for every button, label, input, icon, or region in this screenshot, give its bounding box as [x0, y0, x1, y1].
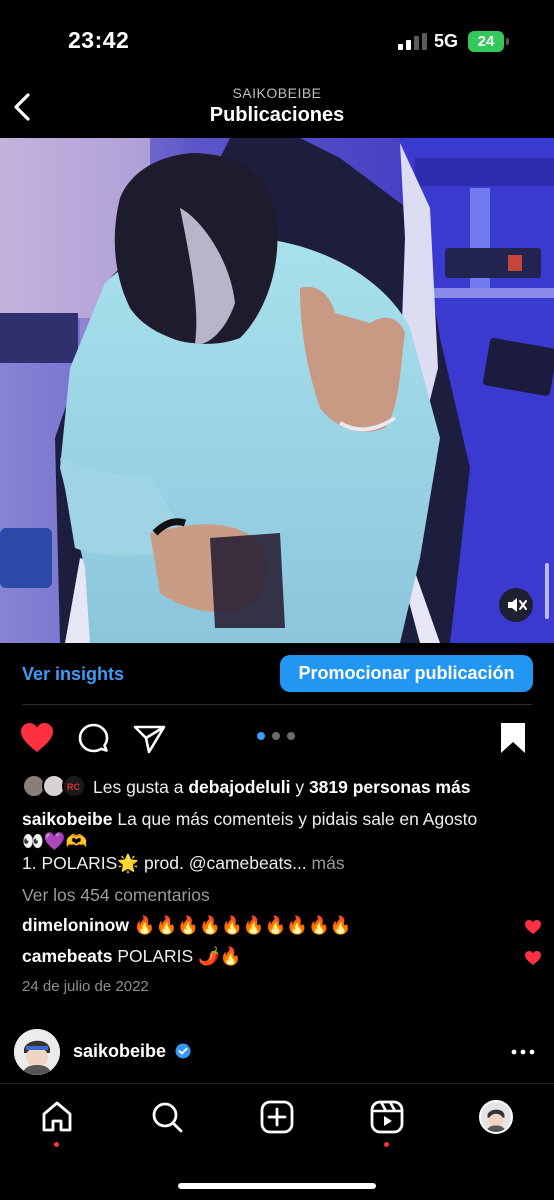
speech-bubble-icon[interactable]: [78, 723, 109, 754]
profile-avatar[interactable]: [479, 1100, 513, 1134]
battery-icon: 24: [468, 31, 510, 52]
promote-post-button[interactable]: Promocionar publicación: [280, 655, 533, 692]
carousel-dot: [287, 732, 295, 740]
likes-prefix: Les gusta a: [93, 777, 189, 797]
caption-emojis: 👀💜🫶: [22, 831, 88, 851]
home-notification-dot: [54, 1142, 59, 1147]
caption-username[interactable]: saikobeibe: [22, 809, 112, 829]
carousel-dots: [257, 732, 297, 742]
profile-avatar-illustration: [481, 1102, 511, 1132]
ellipsis-icon[interactable]: [511, 1048, 535, 1056]
view-insights-link[interactable]: Ver insights: [22, 664, 124, 685]
reels-icon[interactable]: [370, 1100, 404, 1134]
home-indicator: [178, 1183, 376, 1189]
post-caption: saikobeibe La que más comenteis y pidais…: [22, 808, 542, 875]
carousel-dot: [272, 732, 280, 740]
home-icon[interactable]: [40, 1100, 74, 1134]
divider: [22, 704, 532, 705]
avatar[interactable]: [14, 1029, 60, 1075]
caption-text: 1. POLARIS🌟 prod. @camebeats...: [22, 853, 307, 873]
caption-more-link[interactable]: más: [307, 853, 345, 873]
bookmark-filled-icon[interactable]: [500, 722, 526, 754]
likes-text: Les gusta a debajodeluli y 3819 personas…: [93, 777, 470, 798]
likes-others[interactable]: 3819 personas más: [309, 777, 471, 797]
video-frame: [0, 138, 554, 643]
battery-tip: [506, 38, 509, 45]
comment-text: 🔥🔥🔥🔥🔥🔥🔥🔥🔥🔥: [128, 915, 352, 935]
likes-summary[interactable]: RC Les gusta a debajodeluli y 3819 perso…: [22, 773, 542, 801]
heart-filled-icon[interactable]: [524, 950, 542, 966]
next-post-username[interactable]: saikobeibe: [73, 1041, 166, 1062]
status-bar: 23:42 5G 24: [0, 0, 554, 80]
battery-level: 24: [468, 31, 504, 52]
signal-icon: [398, 33, 427, 50]
view-comments-link[interactable]: Ver los 454 comentarios: [22, 885, 210, 906]
header: SAIKOBEIBE Publicaciones: [0, 80, 554, 138]
video-scroll-indicator: [545, 563, 549, 619]
carousel-dot-active: [257, 732, 265, 740]
reels-notification-dot: [384, 1142, 389, 1147]
status-time: 23:42: [68, 27, 130, 53]
post-action-bar: [0, 718, 554, 762]
comment-row: camebeats POLARIS 🌶️🔥: [22, 946, 542, 972]
create-icon[interactable]: [260, 1100, 294, 1134]
post-video[interactable]: [0, 138, 554, 643]
likes-connector: y: [290, 777, 309, 797]
comment-text: POLARIS 🌶️🔥: [112, 946, 242, 966]
caption-text: La que más comenteis y pidais sale en Ag…: [112, 809, 478, 829]
likes-first-user[interactable]: debajodeluli: [188, 777, 290, 797]
paper-plane-icon[interactable]: [133, 724, 166, 754]
comment-row: dimeloninow 🔥🔥🔥🔥🔥🔥🔥🔥🔥🔥: [22, 915, 542, 941]
heart-filled-icon[interactable]: [20, 722, 54, 754]
page-title: Publicaciones: [209, 104, 345, 126]
heart-filled-icon[interactable]: [524, 919, 542, 935]
liker-avatar: RC: [62, 774, 86, 798]
next-post-header: saikobeibe: [0, 1027, 554, 1077]
caption-line: saikobeibe La que más comenteis y pidais…: [22, 808, 542, 831]
liker-logo-icon: RC: [67, 782, 80, 792]
search-icon[interactable]: [150, 1100, 184, 1134]
avatar-illustration: [14, 1029, 60, 1075]
header-username: SAIKOBEIBE: [232, 85, 322, 101]
svg-text:RC: RC: [67, 782, 80, 792]
caption-line: 1. POLARIS🌟 prod. @camebeats... más: [22, 852, 542, 875]
insights-row: Ver insights Promocionar publicación: [0, 643, 554, 705]
speaker-muted-icon[interactable]: [499, 588, 533, 622]
liker-avatars: RC: [22, 774, 88, 800]
comment-username[interactable]: camebeats: [22, 946, 112, 966]
comment-username[interactable]: dimeloninow: [22, 915, 129, 935]
network-type: 5G: [434, 31, 459, 51]
post-date: 24 de julio de 2022: [22, 978, 149, 995]
verified-badge-icon: [175, 1043, 191, 1059]
